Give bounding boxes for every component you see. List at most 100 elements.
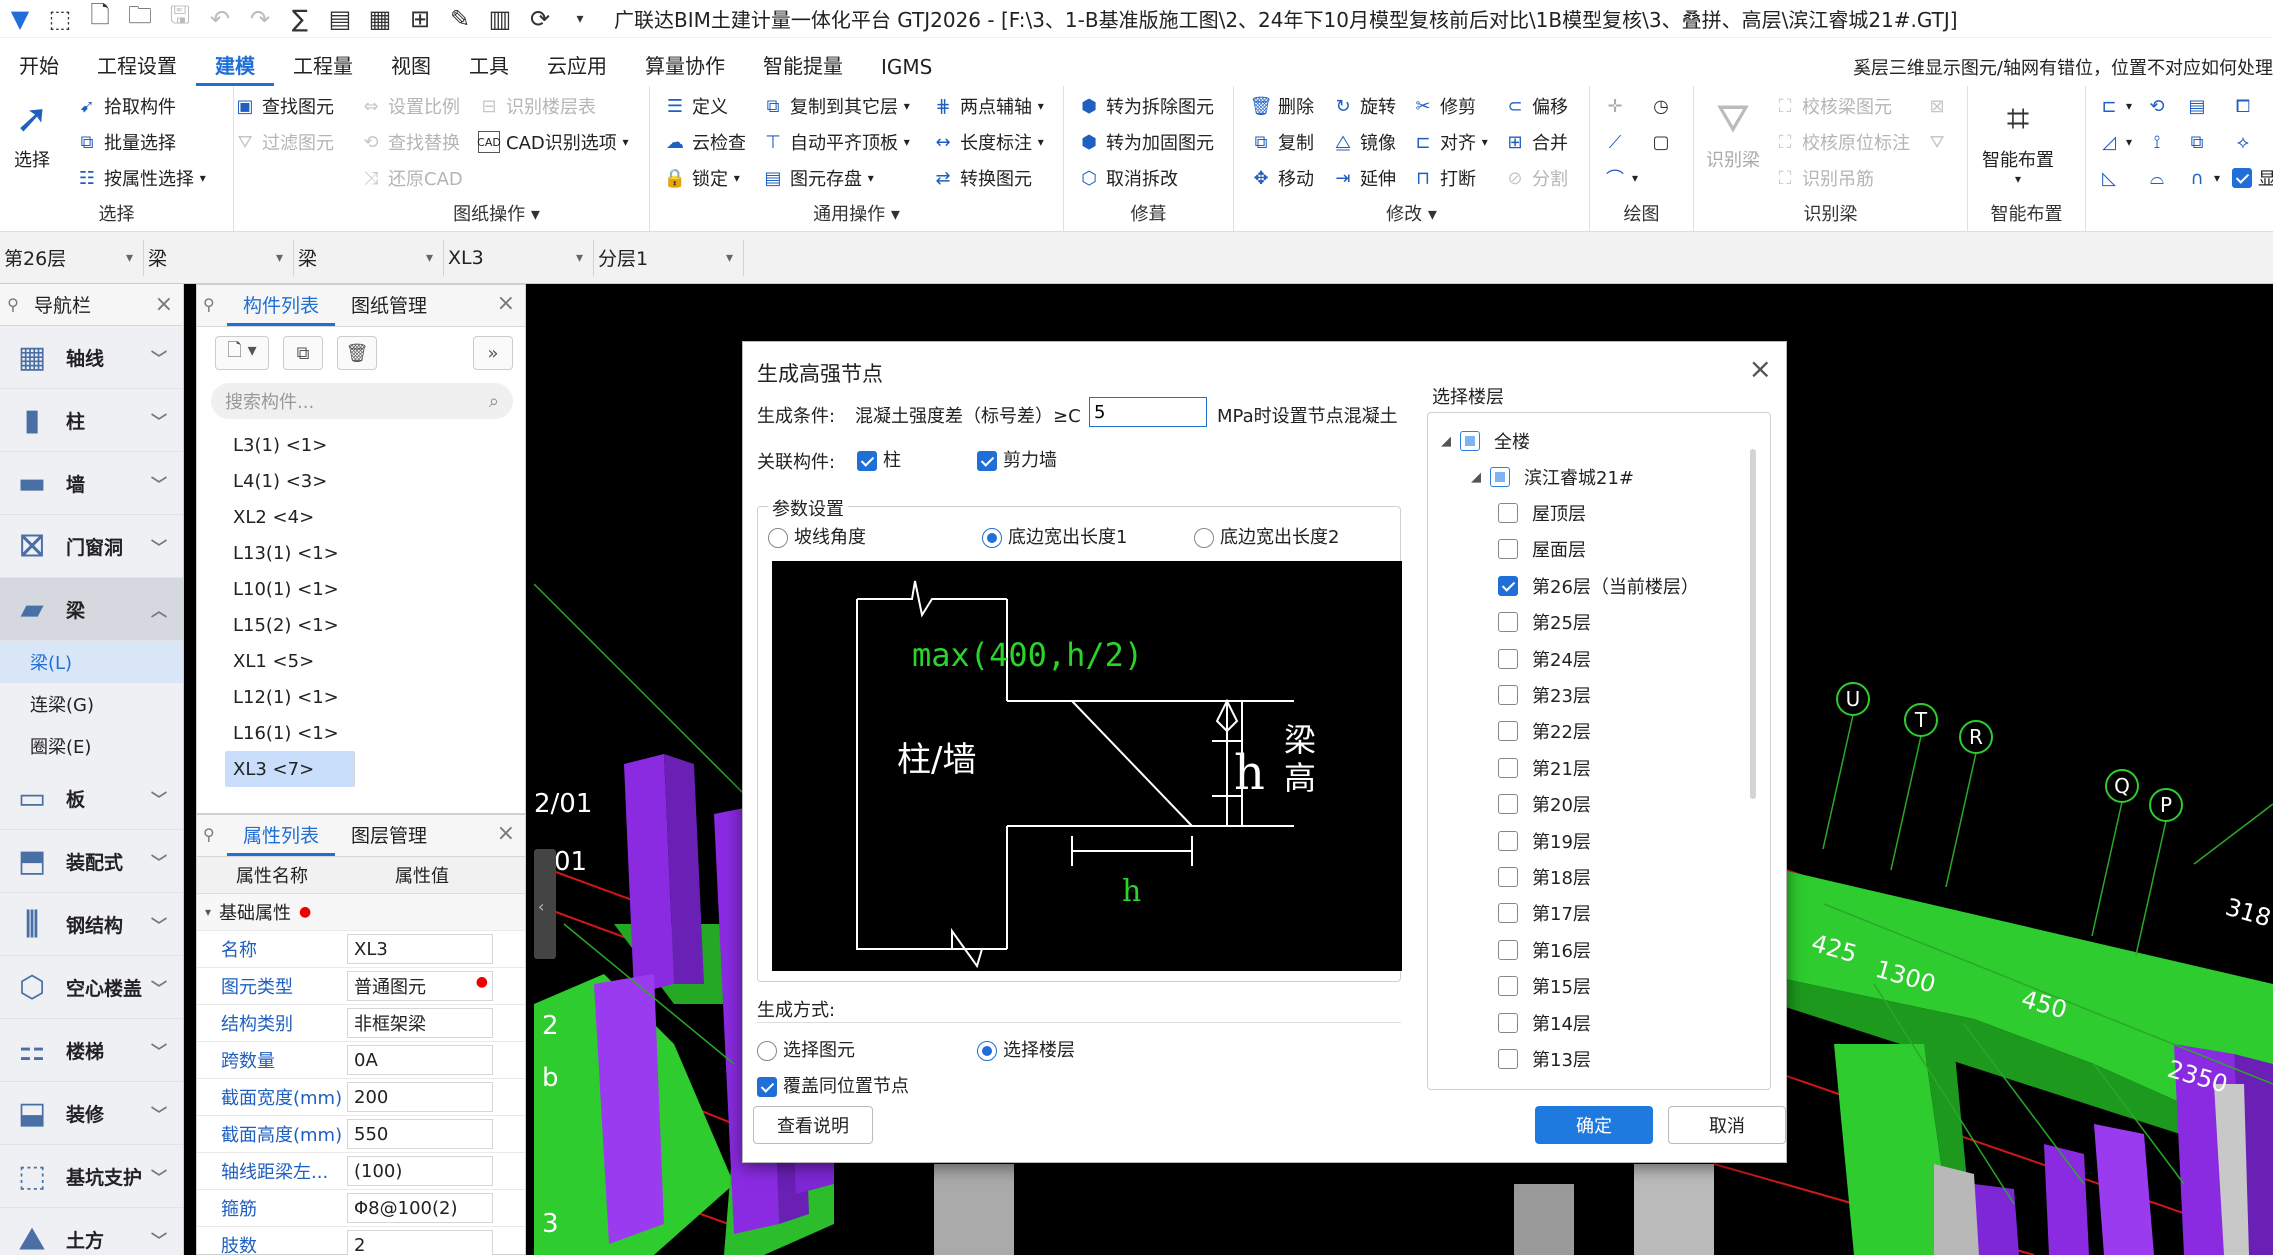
floor-checkbox-11[interactable]: 第17层: [1498, 895, 1591, 931]
show-checkbox[interactable]: 显: [2232, 162, 2273, 194]
property-value-field[interactable]: 0A: [347, 1045, 493, 1075]
property-value-field[interactable]: XL3: [347, 934, 493, 964]
nav-item-10[interactable]: ⬓ 装修 ﹀: [0, 1082, 183, 1145]
identify-beam-extra-1[interactable]: ⊠: [1926, 90, 1954, 122]
pick-component-button[interactable]: ➹ 拾取构件: [76, 90, 176, 122]
new-file-icon[interactable]: 🗋: [80, 0, 120, 38]
copy-to-other-floor-button[interactable]: ⧉ 复制到其它层 ▾: [762, 90, 910, 122]
menu-6[interactable]: 云应用: [528, 50, 626, 86]
lock-button[interactable]: 🔒 锁定 ▾: [664, 162, 740, 194]
save-element-button[interactable]: ▤ 图元存盘 ▾: [762, 162, 873, 194]
identify-floor-table-button[interactable]: ⊟ 识别楼层表: [478, 90, 596, 122]
component-row[interactable]: XL3 <7>: [225, 751, 355, 787]
two-point-axis-button[interactable]: ⋕ 两点辅轴 ▾: [932, 90, 1043, 122]
nav-item-5[interactable]: ▭ 板 ﹀: [0, 767, 183, 830]
point-draw-button[interactable]: ✛: [1604, 90, 1632, 122]
related-shearwall-checkbox[interactable]: 剪力墙: [977, 446, 1057, 472]
component-row[interactable]: XL2 <4>: [197, 499, 525, 535]
component-row[interactable]: L3(1) <1>: [197, 427, 525, 463]
copy-component-button[interactable]: ⧉: [283, 336, 323, 370]
smart-layout-big-button[interactable]: ⌗ 智能布置 ▾: [1982, 92, 2054, 186]
menu-5[interactable]: 工具: [450, 50, 528, 86]
related-column-checkbox[interactable]: 柱: [857, 446, 901, 472]
component-row[interactable]: L10(1) <1>: [197, 571, 525, 607]
merge-button[interactable]: ⊞ 合并: [1504, 126, 1568, 158]
restore-cad-button[interactable]: ⤨ 还原CAD: [360, 162, 463, 194]
nav-item-7[interactable]: ⫼ 钢结构 ﹀: [0, 893, 183, 956]
property-value-field[interactable]: 550: [347, 1119, 493, 1149]
nav-sub-item-2[interactable]: 圈梁(E): [0, 725, 183, 767]
selector-3[interactable]: XL3 ▾: [444, 239, 594, 276]
convert-to-reinforce-button[interactable]: ⬢ 转为加固图元: [1078, 126, 1214, 158]
open-folder-icon[interactable]: 🗀: [120, 0, 160, 38]
tab-property-list[interactable]: 属性列表: [227, 821, 336, 856]
menu-4[interactable]: 视图: [372, 50, 450, 86]
draw-icon[interactable]: ✎: [440, 0, 480, 38]
param-slope-angle-radio[interactable]: 坡线角度: [768, 523, 866, 549]
mirror-button[interactable]: ⧋ 镜像: [1332, 126, 1396, 158]
floor-tree-root[interactable]: ◢ 全楼: [1436, 423, 1530, 459]
identify-beam-extra-2[interactable]: ⛛: [1926, 126, 1954, 158]
delete-button[interactable]: 🗑 删除: [1250, 90, 1314, 122]
component-row[interactable]: L13(1) <1>: [197, 535, 525, 571]
component-row[interactable]: XL1 <5>: [197, 643, 525, 679]
property-value-field[interactable]: 非框架梁: [347, 1008, 493, 1038]
extra-tool-10[interactable]: ⌓: [2146, 162, 2174, 194]
floor-checkbox-6[interactable]: 第22层: [1498, 713, 1591, 749]
nav-item-0[interactable]: ▦ 轴线 ﹀: [0, 326, 183, 389]
condition-value-input[interactable]: [1089, 397, 1207, 427]
floor-checkbox-4[interactable]: 第24层: [1498, 641, 1591, 677]
menu-3[interactable]: 工程量: [274, 50, 372, 86]
close-icon[interactable]: ×: [497, 291, 515, 316]
batch-select-button[interactable]: ⧉ 批量选择: [76, 126, 176, 158]
new-component-button[interactable]: 🗋 ▾: [215, 336, 269, 370]
component-row[interactable]: L4(1) <3>: [197, 463, 525, 499]
method-select-element-radio[interactable]: 选择图元: [757, 1036, 855, 1062]
check-original-mark-button[interactable]: ⛶ 校核原位标注: [1774, 126, 1910, 158]
line-draw-button[interactable]: ⟋: [1604, 126, 1632, 158]
ok-button[interactable]: 确定: [1535, 1106, 1653, 1144]
pin-icon[interactable]: ⚲: [0, 295, 26, 314]
undo-icon[interactable]: ↶: [200, 0, 240, 38]
more-dropdown-icon[interactable]: ▾: [560, 0, 600, 38]
floor-checkbox-12[interactable]: 第16层: [1498, 932, 1591, 968]
ruler-icon[interactable]: ▥: [480, 0, 520, 38]
select-by-attribute-button[interactable]: ☷ 按属性选择 ▾: [76, 162, 206, 194]
nav-item-9[interactable]: ⚏ 楼梯 ﹀: [0, 1019, 183, 1082]
expand-toolbar-button[interactable]: »: [473, 336, 513, 370]
set-scale-button[interactable]: ⇔ 设置比例: [360, 90, 460, 122]
close-icon[interactable]: ×: [155, 292, 173, 317]
extra-tool-11[interactable]: ∩ ▾: [2186, 162, 2220, 194]
floor-checkbox-2[interactable]: 第26层（当前楼层）: [1498, 568, 1699, 604]
trim-button[interactable]: ✂ 修剪: [1412, 90, 1476, 122]
menu-0[interactable]: 开始: [0, 50, 78, 86]
arc-draw-button[interactable]: ⌒ ▾: [1604, 162, 1638, 194]
convert-to-demolish-button[interactable]: ⬢ 转为拆除图元: [1078, 90, 1214, 122]
convert-element-button[interactable]: ⇄ 转换图元: [932, 162, 1032, 194]
extra-tool-2[interactable]: ⟲: [2146, 90, 2174, 122]
define-button[interactable]: ☰ 定义: [664, 90, 728, 122]
rotate-button[interactable]: ↻ 旋转: [1332, 90, 1396, 122]
extra-tool-6[interactable]: ⟟: [2146, 126, 2174, 158]
param-bottom-width-1-radio[interactable]: 底边宽出长度1: [982, 523, 1127, 549]
find-element-button[interactable]: ▣ 查找图元: [234, 90, 334, 122]
floor-checkbox-3[interactable]: 第25层: [1498, 604, 1591, 640]
floor-checkbox-9[interactable]: 第19层: [1498, 823, 1591, 859]
tab-component-list[interactable]: 构件列表: [227, 291, 336, 326]
property-group-basic[interactable]: ▾ 基础属性 ●: [197, 894, 525, 931]
break-button[interactable]: ⊓ 打断: [1412, 162, 1476, 194]
tab-layer-management[interactable]: 图层管理: [335, 821, 443, 856]
nav-item-11[interactable]: ⬚ 基坑支护 ﹀: [0, 1145, 183, 1208]
extra-tool-8[interactable]: ⟡: [2232, 126, 2260, 158]
cloud-check-button[interactable]: ☁ 云检查: [664, 126, 746, 158]
sync-icon[interactable]: ⟳: [520, 0, 560, 38]
floor-tree-project[interactable]: ◢ 滨江睿城21#: [1466, 459, 1634, 495]
method-select-floor-radio[interactable]: 选择楼层: [977, 1036, 1075, 1062]
component-row[interactable]: L12(1) <1>: [197, 679, 525, 715]
nav-sub-item-1[interactable]: 连梁(G): [0, 683, 183, 725]
property-value-field[interactable]: 2: [347, 1230, 493, 1255]
menu-7[interactable]: 算量协作: [626, 50, 744, 86]
overwrite-node-checkbox[interactable]: 覆盖同位置节点: [757, 1072, 909, 1098]
component-search-input[interactable]: 搜索构件... ⌕: [211, 383, 513, 419]
floor-checkbox-1[interactable]: 屋面层: [1498, 531, 1586, 567]
